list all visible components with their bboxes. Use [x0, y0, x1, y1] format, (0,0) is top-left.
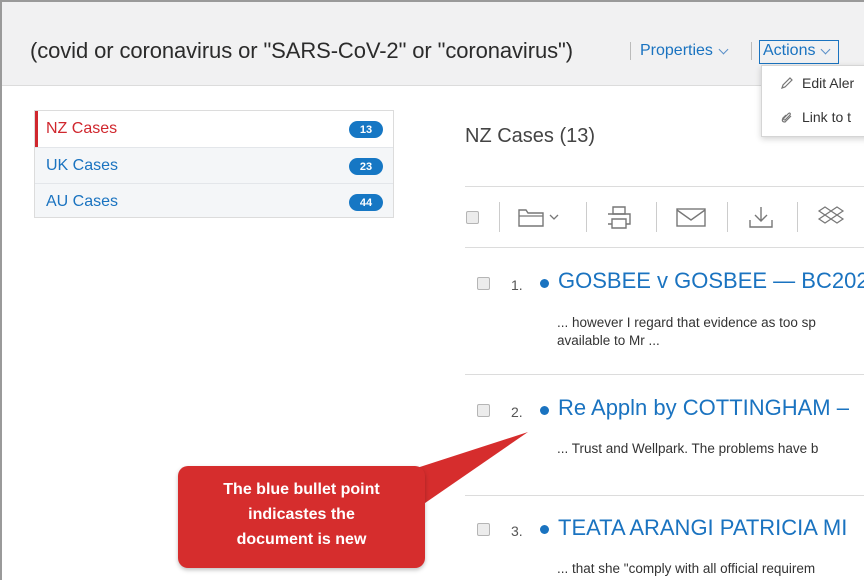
result-number: 1.: [511, 277, 523, 293]
paperclip-icon: [781, 112, 792, 123]
result-checkbox[interactable]: [477, 523, 490, 536]
result-snippet: ... Trust and Wellpark. The problems hav…: [557, 440, 818, 458]
result-number: 2.: [511, 404, 523, 420]
result-item: 2. Re Appln by COTTINGHAM – ... Trust an…: [465, 375, 864, 495]
actions-label: Actions: [763, 42, 816, 59]
new-document-bullet-icon: [540, 279, 549, 288]
sidebar-item-au-cases[interactable]: AU Cases 44: [35, 183, 393, 219]
sidebar-item-uk-cases[interactable]: UK Cases 23: [35, 147, 393, 183]
result-title-link[interactable]: GOSBEE v GOSBEE — BC202: [558, 268, 864, 294]
result-title-link[interactable]: Re Appln by COTTINGHAM –: [558, 395, 849, 421]
result-checkbox[interactable]: [477, 404, 490, 417]
toolbar-divider: [586, 202, 587, 232]
header-divider: [630, 42, 631, 60]
search-query-text: (covid or coronavirus or "SARS-CoV-2" or…: [30, 38, 573, 63]
sidebar-item-label: UK Cases: [46, 156, 119, 174]
properties-label: Properties: [640, 42, 713, 59]
menu-item-edit-alert[interactable]: Edit Aler: [780, 75, 854, 91]
snippet-line: available to Mr ...: [557, 333, 660, 348]
count-badge: 44: [349, 194, 383, 211]
chevron-down-icon: [718, 44, 729, 54]
annotation-callout: The blue bullet point indicastes the doc…: [178, 466, 425, 568]
result-checkbox[interactable]: [477, 277, 490, 290]
email-icon: [676, 208, 706, 227]
count-badge: 13: [349, 121, 383, 138]
folder-button[interactable]: [517, 205, 559, 229]
print-icon: [608, 206, 631, 229]
toolbar-divider: [797, 202, 798, 232]
print-button[interactable]: [605, 204, 633, 230]
count-badge: 23: [349, 158, 383, 175]
sidebar-item-nz-cases[interactable]: NZ Cases 13: [35, 111, 393, 147]
result-item: 3. TEATA ARANGI PATRICIA MI ... that she…: [465, 496, 864, 580]
snippet-line: ... however I regard that evidence as to…: [557, 315, 816, 330]
result-number: 3.: [511, 523, 523, 539]
actions-dropdown[interactable]: Actions: [763, 42, 831, 60]
callout-line: indicastes the: [248, 506, 355, 523]
snippet-line: ... Trust and Wellpark. The problems hav…: [557, 441, 819, 456]
folder-icon: [518, 209, 559, 227]
download-button[interactable]: [747, 204, 775, 230]
email-button[interactable]: [675, 206, 707, 228]
dropbox-button[interactable]: [817, 205, 845, 229]
actions-menu: Edit Aler Link to t: [761, 65, 864, 137]
snippet-line: ... that she "comply with all official r…: [557, 561, 816, 576]
toolbar-divider: [727, 202, 728, 232]
app-frame: (covid or coronavirus or "SARS-CoV-2" or…: [0, 0, 864, 580]
properties-dropdown[interactable]: Properties: [640, 42, 729, 60]
checkbox-box: [466, 211, 479, 224]
select-all-checkbox[interactable]: [466, 211, 479, 224]
result-snippet: ... however I regard that evidence as to…: [557, 314, 816, 350]
result-title-link[interactable]: TEATA ARANGI PATRICIA MI: [558, 515, 847, 541]
pencil-icon: [781, 77, 793, 89]
download-icon: [749, 207, 773, 228]
header-divider: [751, 42, 752, 60]
toolbar-top-divider: [465, 186, 864, 187]
search-header: (covid or coronavirus or "SARS-CoV-2" or…: [2, 2, 864, 86]
callout-line: The blue bullet point: [223, 481, 380, 498]
new-document-bullet-icon: [540, 406, 549, 415]
result-item: 1. GOSBEE v GOSBEE — BC202 ... however I…: [465, 248, 864, 374]
sidebar-item-label: NZ Cases: [46, 120, 118, 137]
case-category-sidebar: NZ Cases 13 UK Cases 23 AU Cases 44: [34, 110, 394, 218]
new-document-bullet-icon: [540, 525, 549, 534]
toolbar-divider: [499, 202, 500, 232]
dropbox-icon: [817, 206, 845, 224]
toolbar-divider: [656, 202, 657, 232]
chevron-down-icon: [821, 44, 831, 54]
menu-item-label: Link to t: [802, 109, 852, 125]
result-snippet: ... that she "comply with all official r…: [557, 560, 815, 578]
menu-item-label: Edit Aler: [802, 75, 855, 91]
sidebar-item-label: AU Cases: [46, 192, 119, 210]
callout-line: document is new: [236, 531, 367, 548]
menu-item-link[interactable]: Link to t: [780, 109, 851, 125]
results-title: NZ Cases (13): [465, 125, 596, 147]
